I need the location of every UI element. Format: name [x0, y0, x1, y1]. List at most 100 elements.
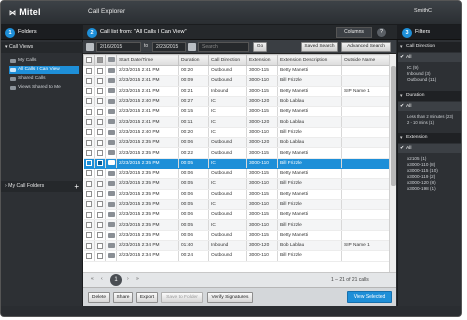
column-header-outside-name[interactable]: Outside Name: [341, 54, 390, 66]
columns-button[interactable]: Columns: [336, 27, 372, 38]
row-flag[interactable]: [94, 96, 106, 108]
table-row[interactable]: 2/23/2015 2:35 PM 00:05 IC 3000-110 Bill Fri…: [83, 219, 390, 231]
table-row[interactable]: 2/23/2015 2:40 PM 00:27 IC 3000-120 Bob Labl…: [83, 96, 390, 108]
last-page-icon[interactable]: »: [136, 276, 139, 282]
filter-group-extension[interactable]: ▾ Extension: [398, 133, 461, 143]
table-row[interactable]: 2/23/2015 2:35 PM 00:05 IC 3000-110 Bill Fri…: [83, 158, 390, 169]
row-flag[interactable]: [94, 199, 106, 211]
envelope-column-header[interactable]: [105, 54, 117, 66]
row-flag[interactable]: [94, 158, 106, 169]
row-flag[interactable]: [94, 250, 106, 262]
table-row[interactable]: 2/23/2015 2:35 PM 00:05 IC 3000-110 Bill Fri…: [83, 199, 390, 211]
row-checkbox[interactable]: [83, 75, 95, 87]
table-row[interactable]: 2/23/2015 2:41 PM 00:15 IC 3000-115 Betty Ma…: [83, 106, 390, 118]
table-row[interactable]: 2/23/2015 2:35 PM 00:05 IC 3000-110 Bill Fri…: [83, 178, 390, 190]
table-row[interactable]: 2/23/2015 2:35 PM 00:06 Outbound 3000-120 Bo…: [83, 137, 390, 149]
flag-column-header[interactable]: [94, 54, 106, 66]
column-header-direction[interactable]: Call Direction: [208, 54, 247, 66]
row-flag[interactable]: [94, 137, 106, 149]
column-header-start[interactable]: Start Date/Time: [116, 54, 179, 66]
delete-button[interactable]: Delete: [88, 292, 110, 303]
save-to-folder-button[interactable]: Save to Folder: [161, 292, 203, 303]
table-row[interactable]: 2/23/2015 2:40 PM 00:20 IC 3000-110 Bill Fri…: [83, 127, 390, 139]
table-row[interactable]: 2/23/2015 2:41 PM 00:11 IC 3000-120 Bob Labl…: [83, 116, 390, 128]
view-item-views-shared-to-me[interactable]: Views Shared to Me: [9, 84, 79, 92]
row-flag[interactable]: [94, 219, 106, 231]
row-flag[interactable]: [94, 240, 106, 252]
filter-option[interactable]: x3000-198 (1): [407, 186, 436, 192]
table-row[interactable]: 2/23/2015 2:35 PM 00:22 Outbound 3000-115 Be…: [83, 147, 390, 159]
table-row[interactable]: 2/23/2015 2:41 PM 00:21 Inbound 3000-115 Bet…: [83, 86, 390, 97]
row-flag[interactable]: [94, 86, 106, 97]
filter-option[interactable]: Outbound (11): [407, 77, 436, 83]
row-flag[interactable]: [94, 75, 106, 87]
row-checkbox[interactable]: [83, 199, 95, 211]
share-button[interactable]: Share: [113, 292, 133, 303]
next-page-icon[interactable]: ›: [127, 276, 129, 282]
row-checkbox[interactable]: [83, 137, 95, 149]
row-checkbox[interactable]: [83, 219, 95, 231]
row-flag[interactable]: [94, 168, 106, 180]
row-flag[interactable]: [94, 147, 106, 159]
row-checkbox[interactable]: [83, 106, 95, 118]
table-row[interactable]: 2/23/2015 2:35 PM 00:06 Outbound 3000-115 Be…: [83, 209, 390, 221]
filter-all-call-direction[interactable]: ✔ All: [398, 53, 461, 62]
row-flag[interactable]: [94, 230, 106, 242]
user-menu[interactable]: SmithC: [414, 8, 432, 14]
row-checkbox[interactable]: [83, 127, 95, 139]
go-button[interactable]: Go: [253, 42, 267, 52]
view-item-all-calls[interactable]: All Calls I Can View: [9, 66, 79, 74]
row-flag[interactable]: [94, 116, 106, 128]
view-selected-button[interactable]: View Selected: [347, 291, 392, 303]
row-checkbox[interactable]: [83, 230, 95, 242]
saved-search-button[interactable]: Saved Search: [301, 42, 338, 52]
verify-signatures-button[interactable]: Verify Signatures: [207, 292, 253, 303]
view-item-shared-calls[interactable]: Shared Calls: [9, 75, 79, 83]
select-all-checkbox[interactable]: [83, 54, 95, 66]
help-icon[interactable]: ?: [377, 28, 386, 37]
date-to-field[interactable]: 2/23/2015: [152, 42, 186, 52]
row-checkbox[interactable]: [83, 250, 95, 262]
column-header-extension[interactable]: Extension: [246, 54, 278, 66]
table-row[interactable]: 2/23/2015 2:41 PM 00:20 Outbound 3000-115 Be…: [83, 65, 390, 77]
current-page[interactable]: 1: [110, 274, 122, 286]
calendar-icon[interactable]: [188, 43, 196, 51]
table-row[interactable]: 2/23/2015 2:34 PM 01:40 Inbound 3000-120 Bob…: [83, 240, 390, 252]
filter-all-duration[interactable]: ✔ All: [398, 102, 461, 111]
calendar-icon[interactable]: [86, 43, 94, 51]
my-call-folders-section[interactable]: › My Call Folders +: [1, 181, 83, 192]
first-page-icon[interactable]: «: [91, 276, 94, 282]
export-button[interactable]: Export: [136, 292, 158, 303]
filter-group-call-direction[interactable]: ▾ Call Direction: [398, 42, 461, 52]
row-checkbox[interactable]: [83, 178, 95, 190]
row-checkbox[interactable]: [83, 96, 95, 108]
row-checkbox[interactable]: [83, 168, 95, 180]
search-input[interactable]: Search: [198, 42, 249, 52]
view-item-my-calls[interactable]: My Calls: [9, 57, 79, 65]
row-flag[interactable]: [94, 178, 106, 190]
row-checkbox[interactable]: [83, 158, 95, 169]
row-flag[interactable]: [94, 127, 106, 139]
advanced-search-button[interactable]: Advanced Search: [341, 42, 391, 52]
call-views-section[interactable]: ▾ Call Views: [1, 42, 83, 53]
table-row[interactable]: 2/23/2015 2:41 PM 00:09 Outbound 3000-110 Bi…: [83, 75, 390, 87]
row-flag[interactable]: [94, 106, 106, 118]
row-checkbox[interactable]: [83, 240, 95, 252]
row-checkbox[interactable]: [83, 147, 95, 159]
column-header-ext-desc[interactable]: Extension Description: [277, 54, 342, 66]
filter-option[interactable]: 2 - 10 mins (1): [407, 120, 434, 126]
filter-group-duration[interactable]: ▾ Duration: [398, 91, 461, 101]
table-row[interactable]: 2/23/2015 2:35 PM 00:06 Outbound 3000-115 Be…: [83, 168, 390, 180]
table-row[interactable]: 2/23/2015 2:34 PM 00:24 Outbound 3000-110 Bi…: [83, 250, 390, 262]
row-checkbox[interactable]: [83, 86, 95, 97]
date-from-field[interactable]: 2/16/2015: [96, 42, 141, 52]
table-row[interactable]: 2/23/2015 2:35 PM 00:06 Outbound 3000-115 Be…: [83, 230, 390, 242]
row-flag[interactable]: [94, 65, 106, 77]
row-flag[interactable]: [94, 189, 106, 200]
add-folder-icon[interactable]: +: [74, 181, 79, 192]
scrollbar-thumb[interactable]: [391, 66, 396, 186]
row-checkbox[interactable]: [83, 65, 95, 77]
table-row[interactable]: 2/23/2015 2:35 PM 00:06 Outbound 3000-115 Be…: [83, 189, 390, 200]
row-checkbox[interactable]: [83, 189, 95, 200]
vertical-scrollbar[interactable]: [389, 54, 396, 272]
